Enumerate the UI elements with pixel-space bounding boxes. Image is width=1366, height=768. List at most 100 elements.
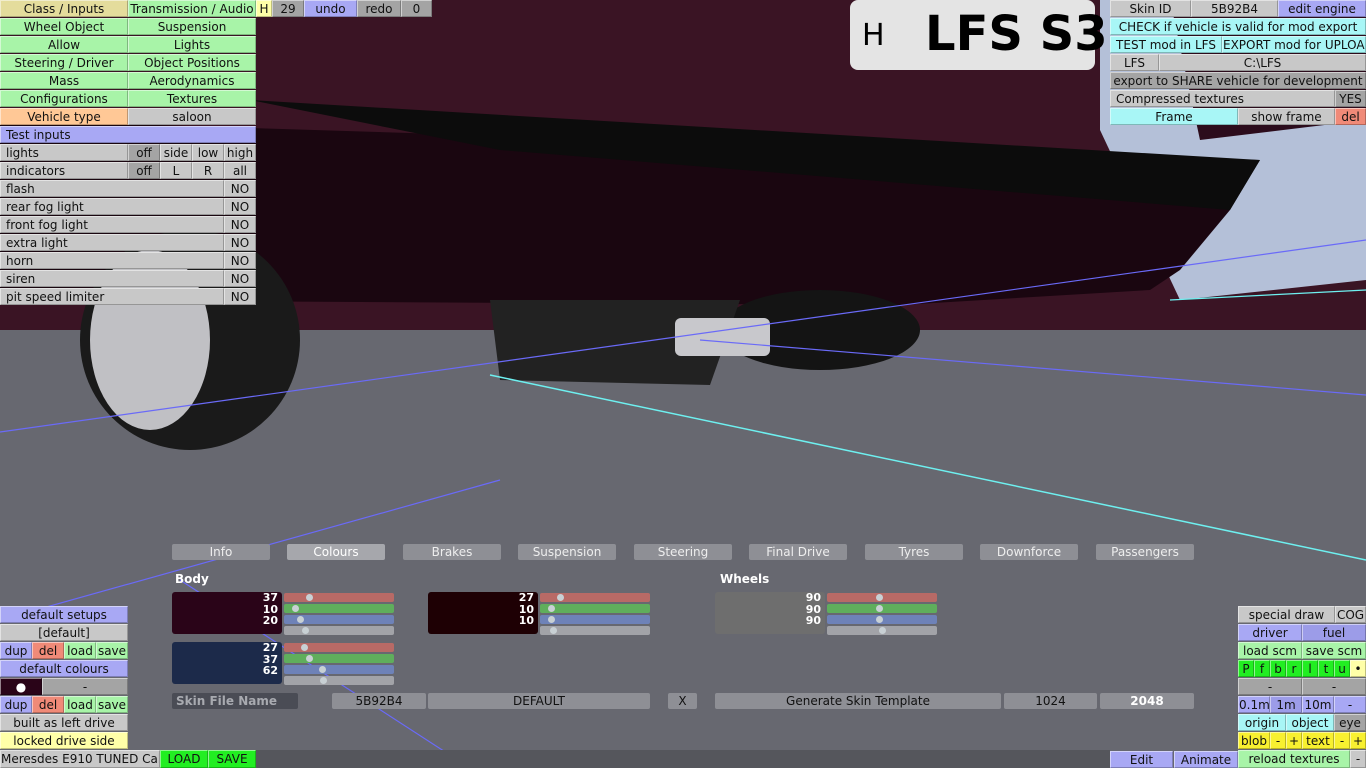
colour-del-button[interactable]: del — [32, 696, 64, 713]
toggle-value[interactable]: NO — [224, 198, 256, 215]
undo-button[interactable]: undo — [304, 0, 357, 17]
colour-slider-blue[interactable] — [827, 615, 937, 624]
menu-steering-driver[interactable]: Steering / Driver — [0, 54, 128, 71]
scale-0-1m-button[interactable]: 0.1m — [1238, 696, 1270, 713]
eye-button[interactable]: eye — [1334, 714, 1366, 731]
view-toggle-2[interactable]: b — [1270, 660, 1286, 677]
colour-swatch[interactable]: 37 10 20 — [172, 592, 282, 634]
slider-handle[interactable] — [548, 616, 555, 623]
lights-side[interactable]: side — [160, 144, 192, 161]
slider-handle[interactable] — [306, 594, 313, 601]
toggle-value[interactable]: NO — [224, 180, 256, 197]
tab-passengers[interactable]: Passengers — [1096, 544, 1194, 560]
colour-slider-blue[interactable] — [284, 665, 394, 674]
slider-handle[interactable] — [550, 627, 557, 634]
edit-engine-button[interactable]: edit engine — [1278, 0, 1366, 17]
toggle-value[interactable]: NO — [224, 288, 256, 305]
blob-minus-button[interactable]: - — [1270, 732, 1286, 749]
colour-slider-alpha[interactable] — [540, 626, 650, 635]
indicators-all[interactable]: all — [224, 162, 256, 179]
blob-button[interactable]: blob — [1238, 732, 1270, 749]
slider-handle[interactable] — [879, 627, 886, 634]
special-draw-button[interactable]: special draw — [1238, 606, 1335, 623]
view-toggle-4[interactable]: l — [1302, 660, 1318, 677]
text-minus-button[interactable]: - — [1334, 732, 1350, 749]
colour-swatch[interactable]: 27 10 10 — [428, 592, 538, 634]
colour-slider-alpha[interactable] — [827, 626, 937, 635]
generate-skin-template-button[interactable]: Generate Skin Template — [715, 693, 1001, 709]
colour-slider-green[interactable] — [284, 654, 394, 663]
object-button[interactable]: object — [1286, 714, 1334, 731]
slider-handle[interactable] — [548, 605, 555, 612]
slider-handle[interactable] — [292, 605, 299, 612]
show-frame-button[interactable]: show frame — [1238, 108, 1335, 125]
default-setups-button[interactable]: default setups — [0, 606, 128, 623]
colour-swatch[interactable]: 27 37 62 — [172, 642, 282, 684]
reload-minus-button[interactable]: - — [1350, 750, 1366, 768]
test-mod-button[interactable]: TEST mod in LFS — [1110, 36, 1222, 53]
slider-handle[interactable] — [319, 666, 326, 673]
driver-button[interactable]: driver — [1238, 624, 1302, 641]
colour-slider-red[interactable] — [284, 643, 394, 652]
lights-low[interactable]: low — [192, 144, 224, 161]
menu-configurations[interactable]: Configurations — [0, 90, 128, 107]
view-toggle-1[interactable]: f — [1254, 660, 1270, 677]
colour-slider-alpha[interactable] — [284, 626, 394, 635]
redo-button[interactable]: redo — [357, 0, 401, 17]
text-button[interactable]: text — [1302, 732, 1334, 749]
cog-button[interactable]: COG — [1335, 606, 1366, 623]
slider-handle[interactable] — [306, 655, 313, 662]
tab-final-drive[interactable]: Final Drive — [749, 544, 847, 560]
colour-load-button[interactable]: load — [64, 696, 96, 713]
colour-slider-alpha[interactable] — [284, 676, 394, 685]
skin-id-value[interactable]: 5B92B4 — [1191, 0, 1278, 17]
menu-wheel-object[interactable]: Wheel Object — [0, 18, 128, 35]
colour-swatch[interactable]: 90 90 90 — [715, 592, 825, 634]
colour-slider-green[interactable] — [827, 604, 937, 613]
menu-lights[interactable]: Lights — [128, 36, 256, 53]
size-1024-button[interactable]: 1024 — [1004, 693, 1097, 709]
menu-textures[interactable]: Textures — [128, 90, 256, 107]
view-toggle-5[interactable]: t — [1318, 660, 1334, 677]
dash-select-1[interactable]: - — [1238, 678, 1302, 695]
tab-info[interactable]: Info — [172, 544, 270, 560]
export-mod-button[interactable]: EXPORT mod for UPLOAD — [1222, 36, 1366, 53]
colour-slider-green[interactable] — [540, 604, 650, 613]
slider-handle[interactable] — [301, 644, 308, 651]
dash-select-2[interactable]: - — [1302, 678, 1366, 695]
indicators-off[interactable]: off — [128, 162, 160, 179]
toggle-value[interactable]: NO — [224, 252, 256, 269]
save-vehicle-button[interactable]: SAVE — [208, 750, 256, 768]
colour-dup-button[interactable]: dup — [0, 696, 32, 713]
skin-name-field[interactable]: DEFAULT — [428, 693, 650, 709]
colour-slider-blue[interactable] — [284, 615, 394, 624]
blob-plus-button[interactable]: + — [1286, 732, 1302, 749]
slider-handle[interactable] — [297, 616, 304, 623]
menu-suspension[interactable]: Suspension — [128, 18, 256, 35]
view-toggle-3[interactable]: r — [1286, 660, 1302, 677]
lights-off[interactable]: off — [128, 144, 160, 161]
clear-button[interactable]: X — [668, 693, 697, 709]
tab-tyres[interactable]: Tyres — [865, 544, 963, 560]
class-inputs-button[interactable]: Class / Inputs — [0, 0, 128, 17]
setup-select[interactable]: [default] — [0, 624, 128, 641]
setup-dup-button[interactable]: dup — [0, 642, 32, 659]
tab-steering[interactable]: Steering — [634, 544, 732, 560]
scale-minus-button[interactable]: - — [1334, 696, 1366, 713]
slider-handle[interactable] — [876, 616, 883, 623]
text-plus-button[interactable]: + — [1350, 732, 1366, 749]
fuel-button[interactable]: fuel — [1302, 624, 1366, 641]
indicators-left[interactable]: L — [160, 162, 192, 179]
slider-handle[interactable] — [302, 627, 309, 634]
setup-save-button[interactable]: save — [96, 642, 128, 659]
save-scm-button[interactable]: save scm — [1302, 642, 1366, 659]
menu-allow[interactable]: Allow — [0, 36, 128, 53]
colour-slider-green[interactable] — [284, 604, 394, 613]
lfs-path-field[interactable]: C:\LFS — [1159, 54, 1366, 71]
toggle-value[interactable]: NO — [224, 216, 256, 233]
colour-slider-red[interactable] — [284, 593, 394, 602]
delete-frame-button[interactable]: del — [1335, 108, 1366, 125]
view-toggle-0[interactable]: P — [1238, 660, 1254, 677]
animate-mode-button[interactable]: Animate — [1174, 751, 1238, 768]
export-share-button[interactable]: export to SHARE vehicle for development — [1110, 72, 1366, 89]
